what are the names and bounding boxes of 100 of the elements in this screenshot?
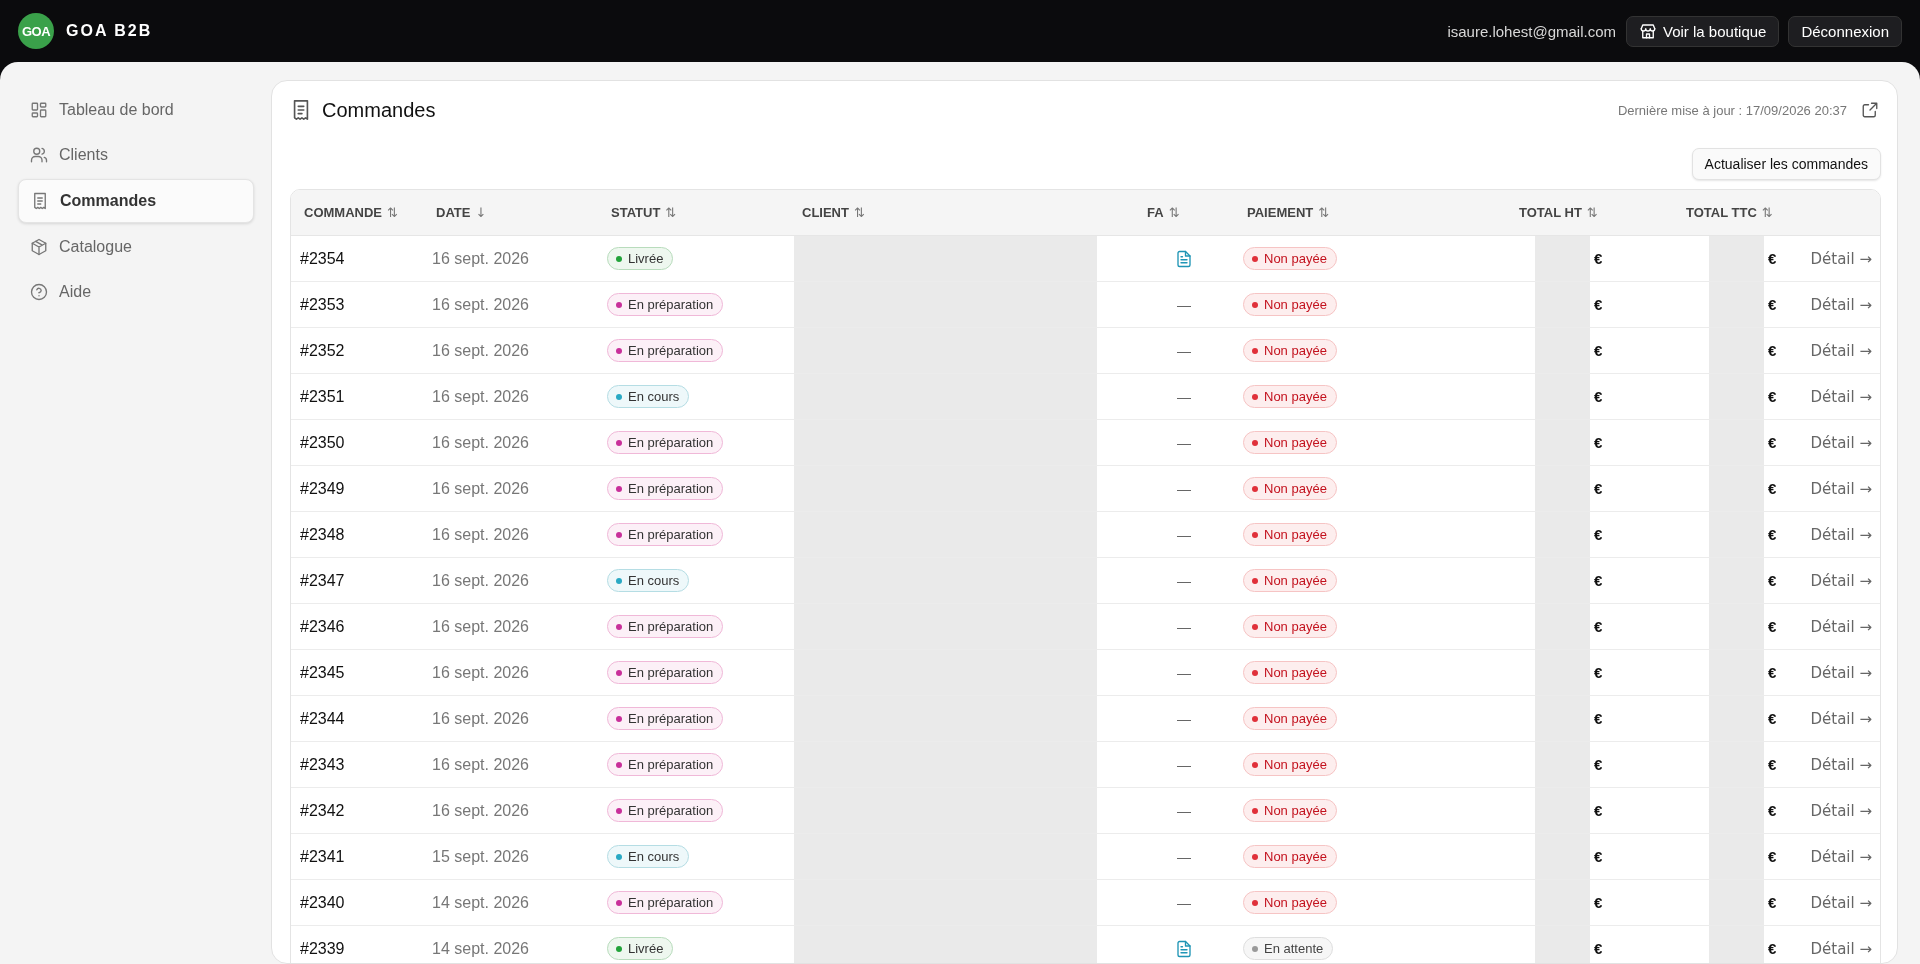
sidebar-item[interactable]: Aide <box>18 271 254 313</box>
currency-symbol: € <box>1594 572 1603 589</box>
column-header[interactable]: FA <box>1147 205 1164 220</box>
empty-dash: — <box>1177 664 1191 681</box>
empty-dash: — <box>1177 434 1191 451</box>
empty-dash: — <box>1177 526 1191 543</box>
column-header[interactable]: TOTAL TTC <box>1686 205 1757 220</box>
status-badge: En préparation <box>607 477 724 500</box>
detail-link[interactable]: Détail → <box>1810 433 1872 452</box>
order-date: 16 sept. 2026 <box>432 709 529 727</box>
sort-icon[interactable]: ↓ <box>475 205 487 220</box>
order-number: #2340 <box>300 893 345 911</box>
detail-link[interactable]: Détail → <box>1810 893 1872 912</box>
currency-symbol: € <box>1594 802 1603 819</box>
empty-dash: — <box>1177 388 1191 405</box>
payment-badge: Non payée <box>1243 707 1337 730</box>
payment-badge: Non payée <box>1243 293 1337 316</box>
currency-symbol: € <box>1594 664 1603 681</box>
column-header[interactable]: COMMANDE <box>304 205 382 220</box>
detail-link[interactable]: Détail → <box>1810 847 1872 866</box>
detail-link[interactable]: Détail → <box>1810 387 1872 406</box>
column-header[interactable]: CLIENT <box>802 205 849 220</box>
order-number: #2345 <box>300 663 345 681</box>
payment-badge: Non payée <box>1243 431 1337 454</box>
currency-symbol: € <box>1594 480 1603 497</box>
currency-symbol: € <box>1768 434 1777 451</box>
status-badge: En préparation <box>607 661 724 684</box>
shop-button[interactable]: Voir la boutique <box>1626 15 1780 47</box>
detail-link[interactable]: Détail → <box>1810 479 1872 498</box>
column-header[interactable]: TOTAL HT <box>1519 205 1582 220</box>
order-date: 16 sept. 2026 <box>432 755 529 773</box>
order-date: 16 sept. 2026 <box>432 433 529 451</box>
payment-badge: Non payée <box>1243 477 1337 500</box>
detail-link[interactable]: Détail → <box>1810 525 1872 544</box>
payment-badge: Non payée <box>1243 845 1337 868</box>
currency-symbol: € <box>1594 388 1603 405</box>
order-date: 16 sept. 2026 <box>432 663 529 681</box>
sidebar-item[interactable]: Commandes <box>18 179 254 223</box>
sidebar-item[interactable]: Clients <box>18 134 254 176</box>
currency-symbol: € <box>1768 664 1777 681</box>
order-date: 16 sept. 2026 <box>432 525 529 543</box>
payment-badge: Non payée <box>1243 891 1337 914</box>
detail-link[interactable]: Détail → <box>1810 801 1872 820</box>
status-badge: En cours <box>607 845 690 868</box>
sort-icon[interactable]: ⇅ <box>1168 205 1180 220</box>
sort-icon[interactable]: ⇅ <box>853 205 865 220</box>
currency-symbol: € <box>1768 480 1777 497</box>
sort-icon[interactable]: ⇅ <box>387 205 398 220</box>
status-badge: En préparation <box>607 615 724 638</box>
empty-dash: — <box>1177 618 1191 635</box>
status-badge: En préparation <box>607 339 724 362</box>
order-number: #2352 <box>300 341 345 359</box>
column-header[interactable]: DATE <box>436 205 471 220</box>
sort-icon[interactable]: ⇅ <box>1761 205 1773 220</box>
logout-button[interactable]: Déconnexion <box>1788 15 1902 47</box>
invoice-icon[interactable] <box>1175 939 1193 958</box>
order-date: 14 sept. 2026 <box>432 939 529 957</box>
order-date: 14 sept. 2026 <box>432 893 529 911</box>
empty-dash: — <box>1177 894 1191 911</box>
currency-symbol: € <box>1594 434 1603 451</box>
detail-link[interactable]: Détail → <box>1810 939 1872 958</box>
detail-link[interactable]: Détail → <box>1810 295 1872 314</box>
sort-icon[interactable]: ⇅ <box>665 205 677 220</box>
order-number: #2353 <box>300 295 345 313</box>
empty-dash: — <box>1177 480 1191 497</box>
empty-dash: — <box>1177 848 1191 865</box>
store-icon <box>1639 22 1657 40</box>
status-badge: En préparation <box>607 431 724 454</box>
order-number: #2354 <box>300 249 345 267</box>
currency-symbol: € <box>1594 618 1603 635</box>
status-badge: En préparation <box>607 523 724 546</box>
currency-symbol: € <box>1768 710 1777 727</box>
sidebar-item[interactable]: Catalogue <box>18 226 254 268</box>
detail-link[interactable]: Détail → <box>1810 709 1872 728</box>
status-badge: En cours <box>607 385 690 408</box>
order-date: 16 sept. 2026 <box>432 249 529 267</box>
sort-icon[interactable]: ⇅ <box>1586 205 1598 220</box>
order-number: #2341 <box>300 847 345 865</box>
column-header[interactable]: STATUT <box>611 205 661 220</box>
currency-symbol: € <box>1594 250 1603 267</box>
status-badge: Livrée <box>607 247 674 270</box>
detail-link[interactable]: Détail → <box>1810 571 1872 590</box>
detail-link[interactable]: Détail → <box>1810 341 1872 360</box>
detail-link[interactable]: Détail → <box>1810 617 1872 636</box>
invoice-icon[interactable] <box>1175 249 1193 268</box>
detail-link[interactable]: Détail → <box>1810 249 1872 268</box>
payment-badge: Non payée <box>1243 523 1337 546</box>
currency-symbol: € <box>1768 894 1777 911</box>
payment-badge: Non payée <box>1243 569 1337 592</box>
refresh-button[interactable]: Actualiser les commandes <box>1691 148 1881 180</box>
sidebar-item[interactable]: Tableau de bord <box>18 89 254 131</box>
detail-link[interactable]: Détail → <box>1810 663 1872 682</box>
sort-icon[interactable]: ⇅ <box>1318 205 1330 220</box>
detail-link[interactable]: Détail → <box>1810 755 1872 774</box>
order-date: 16 sept. 2026 <box>432 571 529 589</box>
currency-symbol: € <box>1594 940 1603 957</box>
payment-badge: Non payée <box>1243 339 1337 362</box>
order-number: #2342 <box>300 801 345 819</box>
column-header[interactable]: PAIEMENT <box>1247 205 1314 220</box>
brand-name: GOA B2B <box>66 22 153 40</box>
